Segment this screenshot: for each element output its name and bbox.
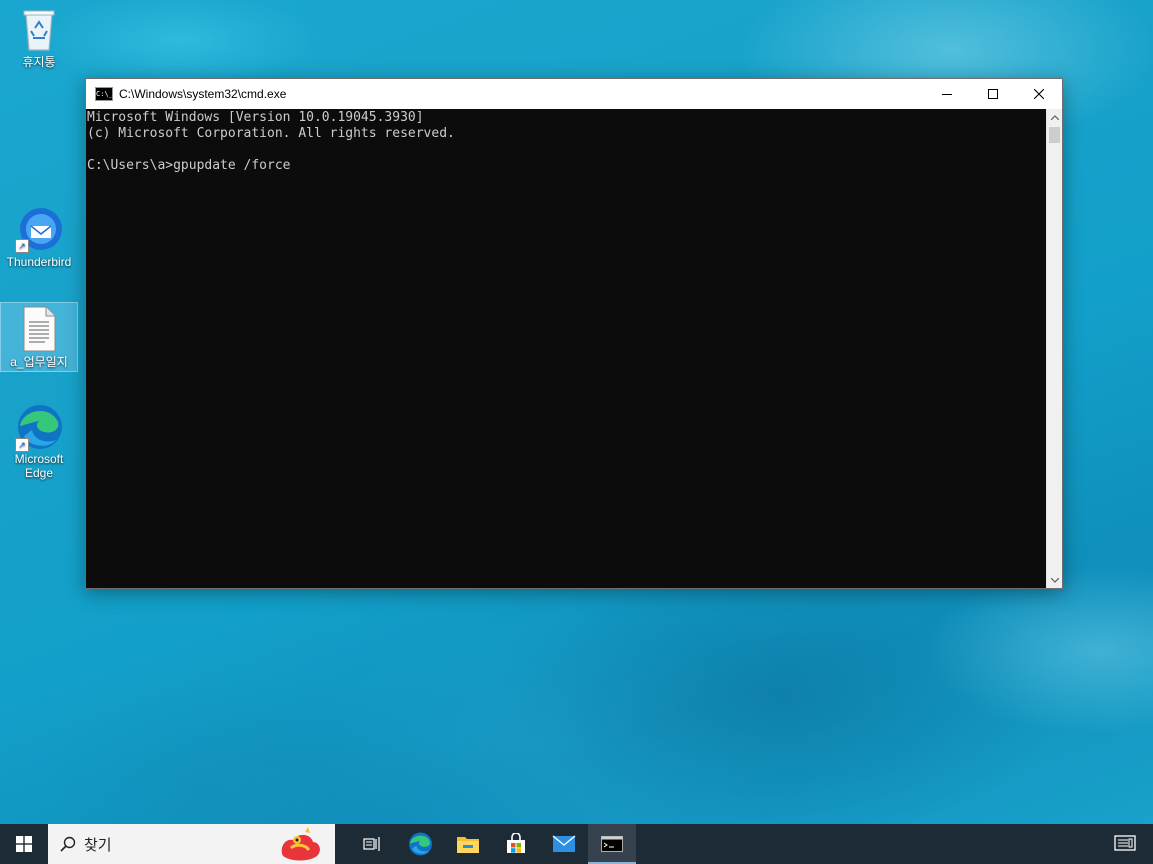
title-bar[interactable]: C:\_ C:\Windows\system32\cmd.exe bbox=[86, 79, 1062, 109]
desktop-icon-label: 휴지통 bbox=[22, 55, 56, 69]
notification-center-button[interactable] bbox=[1105, 824, 1145, 864]
taskbar-edge[interactable] bbox=[396, 824, 444, 864]
taskbar-mail[interactable] bbox=[540, 824, 588, 864]
text-document-icon bbox=[23, 306, 56, 352]
cmd-window[interactable]: C:\_ C:\Windows\system32\cmd.exe Microso… bbox=[85, 78, 1063, 589]
console-line: (c) Microsoft Corporation. All rights re… bbox=[87, 126, 455, 141]
console-line: Microsoft Windows [Version 10.0.19045.39… bbox=[87, 110, 424, 125]
console-output[interactable]: Microsoft Windows [Version 10.0.19045.39… bbox=[86, 109, 1046, 588]
shortcut-arrow-icon: ↗ bbox=[15, 438, 29, 452]
dragon-icon bbox=[281, 827, 320, 861]
desktop-icon-label: Microsoft Edge bbox=[14, 452, 64, 480]
scroll-up-button[interactable] bbox=[1047, 109, 1062, 125]
search-box[interactable]: 찾기 bbox=[48, 824, 335, 864]
chevron-up-icon bbox=[1050, 114, 1059, 120]
recycle-bin-icon bbox=[23, 10, 55, 51]
desktop-icon-recycle-bin[interactable]: 휴지통 bbox=[1, 6, 77, 76]
edge-icon bbox=[409, 832, 432, 856]
desktop-icon-text-document[interactable]: a_업무일지 bbox=[0, 302, 78, 372]
taskbar-command-prompt[interactable] bbox=[588, 824, 636, 864]
start-button[interactable] bbox=[0, 824, 48, 864]
search-icon bbox=[60, 836, 76, 852]
microsoft-store-icon bbox=[507, 833, 525, 853]
close-icon bbox=[1034, 89, 1044, 99]
mail-icon bbox=[552, 835, 576, 852]
maximize-button[interactable] bbox=[970, 79, 1016, 109]
close-button[interactable] bbox=[1016, 79, 1062, 109]
notification-icon bbox=[1114, 835, 1136, 851]
windows-logo-icon bbox=[16, 836, 32, 852]
scroll-down-button[interactable] bbox=[1047, 572, 1062, 588]
console-line: C:\Users\a>gpupdate /force bbox=[87, 158, 291, 173]
search-placeholder: 찾기 bbox=[84, 836, 112, 854]
command-prompt-icon bbox=[601, 836, 623, 852]
shortcut-arrow-icon: ↗ bbox=[15, 239, 29, 253]
taskbar-task-view[interactable] bbox=[348, 824, 396, 864]
command-prompt-icon: C:\_ bbox=[95, 87, 113, 101]
taskbar: 찾기 bbox=[0, 824, 1153, 864]
file-explorer-icon bbox=[457, 837, 479, 853]
desktop-icon-thunderbird[interactable]: ↗ Thunderbird bbox=[1, 205, 77, 275]
taskbar-file-explorer[interactable] bbox=[444, 824, 492, 864]
minimize-button[interactable] bbox=[924, 79, 970, 109]
scroll-thumb[interactable] bbox=[1049, 127, 1060, 143]
minimize-icon bbox=[942, 94, 952, 95]
desktop-icon-microsoft-edge[interactable]: ↗ Microsoft Edge bbox=[1, 402, 77, 486]
window-title: C:\Windows\system32\cmd.exe bbox=[119, 87, 287, 101]
maximize-icon bbox=[988, 89, 998, 99]
desktop-icon-label: a_업무일지 bbox=[10, 355, 68, 369]
desktop-icon-label: Thunderbird bbox=[6, 255, 72, 269]
vertical-scrollbar[interactable] bbox=[1046, 109, 1062, 588]
chevron-down-icon bbox=[1050, 577, 1059, 583]
task-view-icon bbox=[363, 837, 380, 851]
taskbar-microsoft-store[interactable] bbox=[492, 824, 540, 864]
